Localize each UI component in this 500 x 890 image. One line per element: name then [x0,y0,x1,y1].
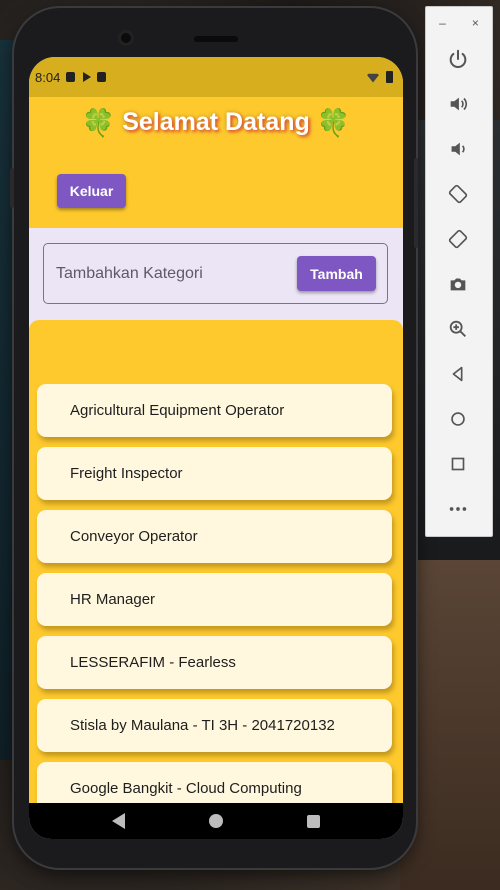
home-button[interactable] [442,403,474,435]
power-icon [449,49,467,68]
overview-icon[interactable] [307,814,320,828]
list-item-label: Stisla by Maulana - TI 3H - 2041720132 [70,717,335,734]
volume-down-icon [451,142,465,156]
clover-icon: 🍀 [316,108,351,138]
rotate-left-button[interactable] [442,178,474,210]
add-category-button[interactable]: Tambah [297,256,376,291]
list-item[interactable]: Conveyor Operator [37,510,392,563]
status-bar: 8:04 [29,57,403,97]
phone-side-button [10,168,14,208]
clover-icon: 🍀 [81,108,116,138]
category-form: Tambah [29,228,403,320]
volume-down-button[interactable] [442,133,474,165]
list-item-label: Agricultural Equipment Operator [70,402,285,419]
screenshot-button[interactable] [442,268,474,300]
list-item[interactable]: Freight Inspector [37,447,392,500]
status-time: 8:04 [35,69,61,85]
list-item-label: Freight Inspector [70,465,183,482]
home-icon[interactable] [209,814,223,828]
more-button[interactable] [442,493,474,525]
home-icon [451,412,465,426]
list-item[interactable]: HR Manager [37,573,392,626]
page-title: Selamat Datang [122,108,310,136]
power-button[interactable] [442,43,474,75]
rotate-right-button[interactable] [442,223,474,255]
wifi-icon [366,73,380,83]
welcome-title: 🍀 Selamat Datang 🍀 [29,107,403,139]
category-list: Agricultural Equipment Operator Freight … [29,320,403,815]
earpiece-speaker [194,36,238,42]
volume-up-button[interactable] [442,88,474,120]
volume-up-icon [450,97,468,111]
close-icon[interactable]: × [472,16,479,30]
front-camera [118,30,134,46]
sim-icon [97,72,107,82]
play-icon [83,72,92,82]
system-nav-bar [29,803,403,839]
battery-icon [386,71,393,83]
emulator-toolbar: – × [425,6,493,537]
app-screen: 8:04 🍀 Selamat Datang 🍀 Keluar Tambah Ag… [29,57,403,839]
camera-icon [450,278,466,291]
back-icon [452,366,463,382]
overview-button[interactable] [442,448,474,480]
list-item[interactable]: Agricultural Equipment Operator [37,384,392,437]
list-item[interactable]: LESSERAFIM - Fearless [37,636,392,689]
category-input-box: Tambah [43,243,388,304]
more-icon [449,507,467,511]
logout-button[interactable]: Keluar [57,174,126,208]
app-header: 🍀 Selamat Datang 🍀 Keluar [29,97,403,228]
back-button[interactable] [442,358,474,390]
zoom-button[interactable] [442,313,474,345]
minimize-icon[interactable]: – [439,16,446,30]
zoom-icon [449,320,466,337]
rotate-left-icon [448,184,468,204]
phone-side-button [414,158,418,248]
toolbar-window-controls: – × [426,13,492,33]
category-input[interactable] [54,258,288,290]
overview-icon [451,457,465,471]
list-item-label: Google Bangkit - Cloud Computing [70,780,302,797]
list-item-label: HR Manager [70,591,156,608]
shield-icon [66,72,76,82]
list-item[interactable]: Stisla by Maulana - TI 3H - 2041720132 [37,699,392,752]
list-item-label: Conveyor Operator [70,528,198,545]
back-icon[interactable] [112,813,125,829]
status-icons [366,71,393,83]
list-item-label: LESSERAFIM - Fearless [70,654,236,671]
rotate-right-icon [448,229,468,249]
